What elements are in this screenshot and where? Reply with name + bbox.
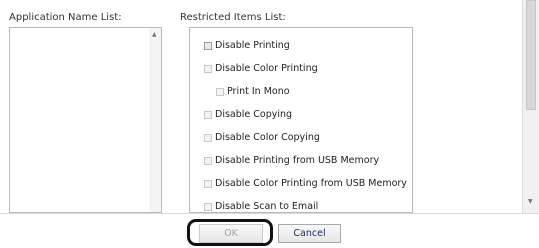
application-name-list[interactable]: ▲ — [9, 27, 162, 213]
restricted-item[interactable]: Disable Copying — [204, 103, 407, 126]
restricted-item[interactable]: Disable Color Copying — [204, 126, 407, 149]
restricted-item-label: Disable Scan to Email — [215, 201, 319, 212]
application-list-scrollbar[interactable]: ▲ — [149, 28, 161, 212]
ok-button-highlight-annotation — [187, 219, 273, 246]
page-scrollbar-thumb[interactable] — [526, 0, 536, 110]
restricted-item[interactable]: Print In Mono — [204, 80, 407, 103]
restricted-item-checkbox[interactable] — [216, 87, 224, 96]
page-scrollbar[interactable]: ▼ — [522, 0, 539, 213]
restricted-item[interactable]: Disable Color Printing — [204, 57, 407, 80]
restricted-item-checkbox[interactable] — [204, 156, 212, 165]
restricted-item-label: Disable Printing from USB Memory — [215, 155, 380, 166]
restricted-item-checkbox[interactable] — [204, 133, 212, 142]
application-name-list-label: Application Name List: — [9, 12, 122, 23]
footer-divider — [0, 213, 539, 214]
restricted-item-label: Print In Mono — [227, 86, 290, 97]
restricted-item-label: Disable Color Printing — [215, 63, 318, 74]
restricted-items-list[interactable]: Disable Printing Disable Color Printing Pr… — [189, 27, 413, 213]
restricted-item[interactable]: Disable Printing — [204, 34, 407, 57]
scroll-down-arrow-icon[interactable]: ▼ — [528, 199, 533, 205]
restricted-item[interactable]: Disable Scan to Email — [204, 195, 407, 212]
restricted-item-checkbox[interactable] — [204, 179, 212, 188]
scroll-up-arrow-icon[interactable]: ▲ — [152, 32, 157, 38]
restricted-items-list-label: Restricted Items List: — [180, 12, 286, 23]
restricted-item-label: Disable Color Printing from USB Memory — [215, 178, 407, 189]
restricted-item-checkbox[interactable] — [204, 64, 212, 73]
restricted-item-label: Disable Printing — [215, 40, 290, 51]
restricted-item-checkbox[interactable] — [204, 41, 212, 50]
restricted-item[interactable]: Disable Printing from USB Memory — [204, 149, 407, 172]
cancel-button[interactable]: Cancel — [278, 224, 341, 243]
restricted-item[interactable]: Disable Color Printing from USB Memory — [204, 172, 407, 195]
restricted-item-label: Disable Color Copying — [215, 132, 320, 143]
restricted-item-label: Disable Copying — [215, 109, 293, 120]
restricted-items-container: Disable Printing Disable Color Printing Pr… — [204, 34, 407, 212]
restricted-item-checkbox[interactable] — [204, 110, 212, 119]
restricted-item-checkbox[interactable] — [204, 202, 212, 211]
